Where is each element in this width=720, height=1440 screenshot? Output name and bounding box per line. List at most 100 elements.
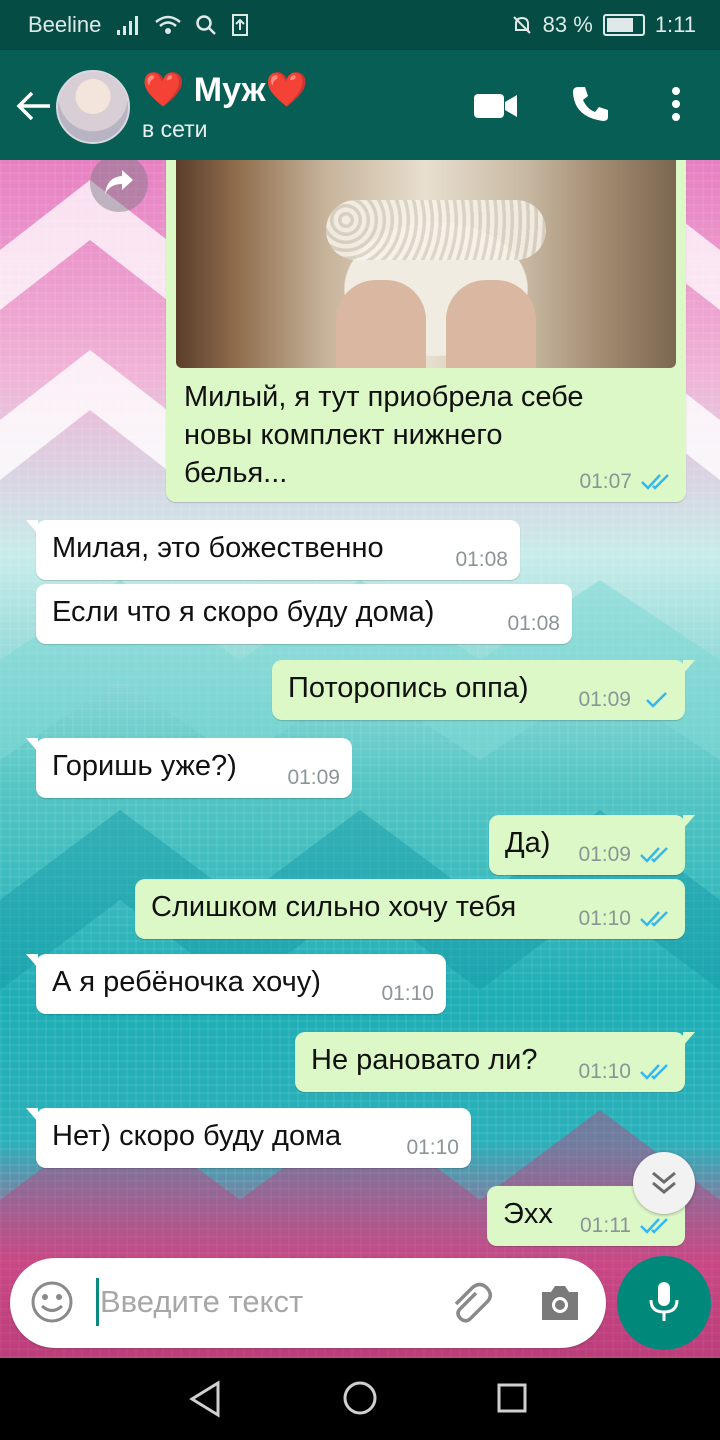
message-text: Если что я скоро буду дома) — [52, 596, 435, 628]
clock: 1:11 — [654, 12, 696, 37]
message-meta: 01:11 — [580, 1214, 673, 1238]
contact-name[interactable]: ❤️ Муж❤️ — [142, 70, 308, 110]
avatar[interactable] — [56, 70, 130, 144]
battery-icon — [602, 14, 645, 36]
scroll-down-icon — [652, 1171, 676, 1194]
message-meta: 01:10 — [406, 1136, 459, 1160]
nav-home-icon[interactable] — [342, 1380, 378, 1416]
wifi-icon — [155, 15, 182, 34]
heart-emoji: ❤️ — [265, 71, 308, 109]
message-outgoing[interactable]: Да) 01:09 — [489, 815, 695, 875]
image-message[interactable]: Милый, я тут приобрела себе новы комплек… — [166, 160, 686, 502]
forward-icon — [105, 170, 133, 194]
message-text: Слишком сильно хочу тебя — [151, 891, 517, 923]
phone-icon[interactable] — [570, 84, 610, 124]
message-incoming[interactable]: Милая, это божественно 01:08 — [26, 520, 520, 580]
attach-icon[interactable] — [450, 1282, 494, 1324]
message-time: 01:11 — [580, 1214, 631, 1237]
status-bar: Beeline 83 % 1:11 — [0, 0, 720, 50]
message-text: Милая, это божественно — [52, 532, 384, 564]
message-time: 01:08 — [455, 548, 508, 571]
photo-lace — [326, 200, 546, 260]
caption-line: новы комплект нижнего — [184, 419, 503, 451]
camera-icon[interactable] — [538, 1284, 582, 1322]
read-ticks-icon — [640, 911, 668, 927]
bubble-tail — [26, 738, 38, 752]
message-incoming[interactable]: Если что я скоро буду дома) 01:08 — [36, 584, 572, 644]
message-meta: 01:10 — [578, 1060, 673, 1084]
message-time: 01:07 — [579, 470, 632, 493]
back-arrow-icon[interactable] — [14, 88, 54, 124]
upload-icon — [232, 14, 249, 36]
message-time: 01:10 — [578, 1060, 631, 1083]
text-cursor — [96, 1278, 99, 1326]
read-ticks-icon — [641, 474, 669, 490]
nav-back-icon[interactable] — [188, 1380, 224, 1418]
message-text: Нет) скоро буду дома — [52, 1120, 342, 1152]
sent-tick-icon — [646, 692, 667, 708]
message-outgoing[interactable]: Не рановато ли? 01:10 — [295, 1032, 695, 1092]
message-incoming[interactable]: Нет) скоро буду дома 01:10 — [26, 1108, 471, 1168]
carrier-name: Beeline — [28, 12, 102, 37]
message-time: 01:08 — [507, 612, 560, 635]
message-time: 01:10 — [381, 982, 434, 1005]
message-time: 01:09 — [578, 688, 631, 711]
nav-recent-icon[interactable] — [496, 1382, 528, 1414]
battery-percent: 83 % — [542, 12, 593, 37]
heart-emoji: ❤️ — [142, 71, 185, 109]
read-ticks-icon — [640, 1218, 668, 1234]
message-outgoing[interactable]: Слишком сильно хочу тебя 01:10 — [135, 879, 685, 939]
bubble-tail — [683, 660, 695, 674]
bubble-tail — [683, 815, 695, 829]
message-text: Да) — [505, 827, 551, 859]
message-text: Поторопись оппа) — [288, 672, 529, 704]
photo-detail — [336, 280, 426, 368]
more-vert-icon[interactable] — [666, 86, 686, 122]
bubble-tail — [26, 1108, 38, 1122]
message-input[interactable]: Введите текст — [100, 1284, 303, 1320]
image-attachment[interactable] — [176, 160, 676, 368]
signal-icon — [117, 16, 139, 35]
read-ticks-icon — [640, 847, 668, 863]
voice-record-button[interactable] — [617, 1256, 711, 1350]
scroll-to-bottom-button[interactable] — [633, 1152, 695, 1214]
message-outgoing[interactable]: Поторопись оппа) 01:09 — [272, 660, 695, 720]
message-meta: 01:08 — [455, 548, 508, 572]
message-text: Эхх — [503, 1198, 553, 1230]
message-time: 01:09 — [287, 766, 340, 789]
search-icon — [196, 15, 217, 35]
message-time: 01:09 — [578, 843, 631, 866]
system-nav-bar — [0, 1358, 720, 1440]
message-meta: 01:08 — [507, 612, 560, 636]
emoji-icon[interactable] — [30, 1280, 74, 1324]
message-compose-bar: Введите текст — [10, 1258, 606, 1348]
read-ticks-icon — [640, 1064, 668, 1080]
caption-line: Милый, я тут приобрела себе — [184, 381, 584, 413]
image-caption: Милый, я тут приобрела себе новы комплек… — [184, 378, 584, 492]
bubble-tail — [683, 1032, 695, 1046]
message-meta: 01:10 — [578, 907, 673, 931]
message-text: А я ребёночка хочу) — [52, 966, 321, 998]
message-text: Не рановато ли? — [311, 1044, 538, 1076]
mute-bell-icon — [512, 16, 531, 34]
photo-detail — [446, 280, 536, 368]
message-time: 01:10 — [578, 907, 631, 930]
video-call-icon[interactable] — [474, 92, 518, 120]
message-incoming[interactable]: А я ребёночка хочу) 01:10 — [26, 954, 446, 1014]
message-meta: 01:09 — [578, 688, 673, 712]
bubble-tail — [26, 520, 38, 534]
message-meta: 01:09 — [287, 766, 340, 790]
message-meta: 01:10 — [381, 982, 434, 1006]
caption-line: белья... — [184, 457, 288, 489]
mic-icon — [649, 1282, 679, 1321]
message-text: Горишь уже?) — [52, 750, 237, 782]
chat-area[interactable]: Милый, я тут приобрела себе новы комплек… — [0, 160, 720, 1358]
message-meta: 01:07 — [579, 470, 674, 494]
bubble-tail — [26, 954, 38, 968]
message-meta: 01:09 — [578, 843, 673, 867]
chat-header: ❤️ Муж❤️ в сети — [0, 50, 720, 160]
contact-name-text: Муж — [193, 71, 266, 109]
contact-status: в сети — [142, 116, 208, 142]
message-incoming[interactable]: Горишь уже?) 01:09 — [26, 738, 352, 798]
message-time: 01:10 — [406, 1136, 459, 1159]
